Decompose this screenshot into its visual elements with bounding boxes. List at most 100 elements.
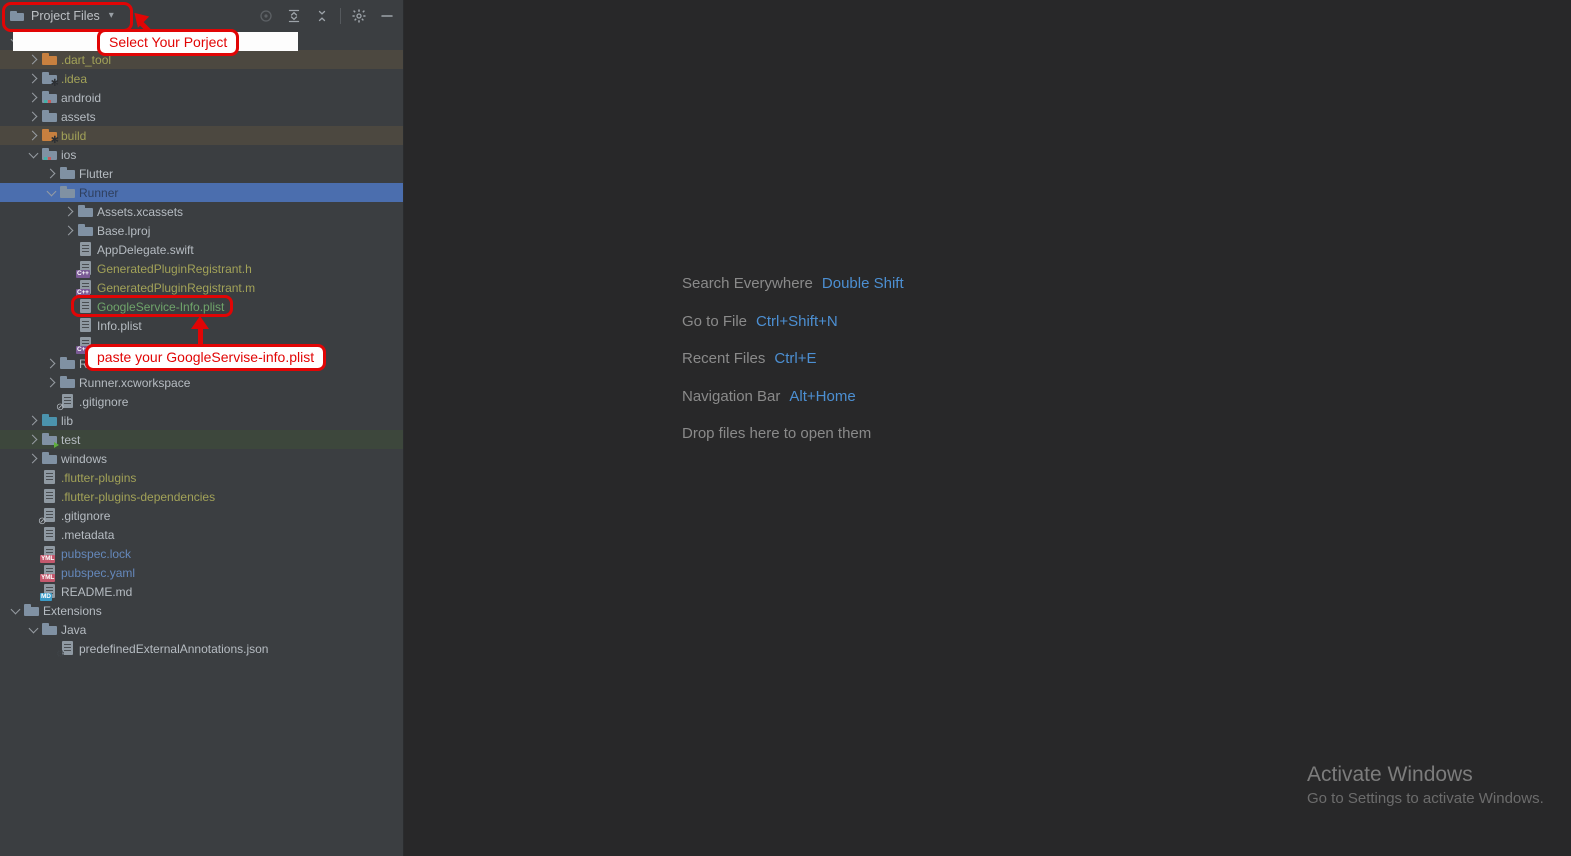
project-view-selector[interactable]: Project Files ▾ [10, 9, 114, 23]
folder-icon [42, 622, 57, 637]
file-icon [42, 489, 57, 504]
tree-row--gitignore[interactable]: ⊘ .gitignore [0, 392, 403, 411]
ide-window: Project Files ▾ .dart_tool✱.ideaandroida… [0, 0, 1571, 856]
tree-row-ios[interactable]: ios [0, 145, 403, 164]
expand-all-icon[interactable] [284, 6, 304, 26]
shortcut-row: Go to FileCtrl+Shift+N [682, 303, 904, 341]
tree-row--flutter-plugins-dependencies[interactable]: .flutter-plugins-dependencies [0, 487, 403, 506]
project-panel-header: Project Files ▾ [0, 0, 403, 31]
tree-row-generatedpluginregistrant-m[interactable]: C++GeneratedPluginRegistrant.m [0, 278, 403, 297]
chevron-right-icon[interactable] [42, 170, 60, 177]
tree-row-assets[interactable]: assets [0, 107, 403, 126]
chevron-down-icon[interactable] [24, 153, 42, 157]
hide-panel-icon[interactable] [377, 6, 397, 26]
chevron-right-icon [63, 226, 73, 236]
shortcut-row: Navigation BarAlt+Home [682, 378, 904, 416]
chevron-right-icon[interactable] [60, 227, 78, 234]
shortcut-keys: Ctrl+E [774, 350, 816, 367]
tree-row-label: Info.plist [97, 319, 142, 333]
shortcut-label: Drop files here to open them [682, 425, 871, 442]
tree-row--idea[interactable]: ✱.idea [0, 69, 403, 88]
chevron-right-icon[interactable] [24, 455, 42, 462]
tree-row-extensions[interactable]: Extensions [0, 601, 403, 620]
activate-windows-subtitle: Go to Settings to activate Windows. [1307, 790, 1544, 807]
file-yml-icon: YML [42, 565, 57, 580]
module-dots-badge-icon [44, 157, 47, 160]
tree-row--gitignore[interactable]: ⊘.gitignore [0, 506, 403, 525]
tree-row--flutter-plugins[interactable]: .flutter-plugins [0, 468, 403, 487]
activate-windows-title: Activate Windows [1307, 763, 1544, 787]
tree-row-predefinedexternalannotations-json[interactable]: ⚙ predefinedExternalAnnotations.json [0, 639, 403, 658]
chevron-down-icon[interactable] [6, 609, 24, 613]
folder-icon [60, 375, 75, 390]
file-icon [42, 470, 57, 485]
chevron-right-icon[interactable] [24, 436, 42, 443]
tree-row-lib[interactable]: lib [0, 411, 403, 430]
chevron-right-icon[interactable] [42, 379, 60, 386]
chevron-right-icon [27, 74, 37, 84]
file-icon [42, 527, 57, 542]
tree-row-test[interactable]: test [0, 430, 403, 449]
tree-row-label: predefinedExternalAnnotations.json [79, 642, 268, 656]
chevron-right-icon[interactable] [24, 94, 42, 101]
tree-row-readme-md[interactable]: MD README.md [0, 582, 403, 601]
chevron-right-icon[interactable] [42, 360, 60, 367]
tree-row-android[interactable]: android [0, 88, 403, 107]
tree-row-pubspec-lock[interactable]: YMLpubspec.lock [0, 544, 403, 563]
tree-row-label: Base.lproj [97, 224, 150, 238]
locate-icon[interactable] [256, 6, 276, 26]
folder-icon [42, 109, 57, 124]
tree-row-appdelegate-swift[interactable]: AppDelegate.swift [0, 240, 403, 259]
folder-icon [10, 9, 24, 23]
tree-row--metadata[interactable]: .metadata [0, 525, 403, 544]
tree-row-runner[interactable]: Runner [0, 183, 403, 202]
folder-test-icon [42, 432, 57, 447]
chevron-right-icon[interactable] [24, 113, 42, 120]
tree-row-flutter[interactable]: Flutter [0, 164, 403, 183]
tree-row-label: lib [61, 414, 73, 428]
tree-row-googleservice-info-plist[interactable]: GoogleService-Info.plist [0, 297, 403, 316]
tree-row-label: .idea [61, 72, 87, 86]
tree-row-assets-xcassets[interactable]: Assets.xcassets [0, 202, 403, 221]
activate-windows-watermark: Activate Windows Go to Settings to activ… [1307, 763, 1544, 807]
chevron-right-icon[interactable] [60, 208, 78, 215]
tree-row-label: test [61, 433, 80, 447]
shortcut-keys: Double Shift [822, 275, 904, 292]
tree-row-label: GoogleService-Info.plist [97, 300, 224, 314]
annotation-select-your-project-tooltip: Select Your Porject [97, 29, 239, 56]
chevron-right-icon [27, 55, 37, 65]
tree-row-label: windows [61, 452, 107, 466]
module-dots-badge-icon [44, 100, 47, 103]
chevron-down-icon[interactable] [24, 628, 42, 632]
chevron-right-icon[interactable] [24, 417, 42, 424]
tree-row-build[interactable]: ✱build [0, 126, 403, 145]
folder-dots-icon [42, 147, 57, 162]
toolbar-divider [340, 8, 341, 24]
tree-row-generatedpluginregistrant-h[interactable]: C++GeneratedPluginRegistrant.h [0, 259, 403, 278]
file-type-badge: MD [40, 593, 52, 601]
chevron-right-icon[interactable] [24, 75, 42, 82]
chevron-down-icon [10, 604, 20, 614]
tree-row-pubspec-yaml[interactable]: YMLpubspec.yaml [0, 563, 403, 582]
tree-row-label: README.md [61, 585, 132, 599]
chevron-right-icon[interactable] [24, 132, 42, 139]
tree-row-label: .gitignore [79, 395, 128, 409]
chevron-down-icon[interactable] [42, 191, 60, 195]
file-type-badge: C++ [76, 289, 90, 297]
collapse-all-icon[interactable] [312, 6, 332, 26]
tree-row-base-lproj[interactable]: Base.lproj [0, 221, 403, 240]
file-gear-icon: ⚙ [60, 641, 75, 656]
folder-icon [78, 223, 93, 238]
file-type-badge: YML [40, 574, 55, 582]
tree-row-runner-xcworkspace[interactable]: Runner.xcworkspace [0, 373, 403, 392]
tree-row-windows[interactable]: windows [0, 449, 403, 468]
file-icon [78, 242, 93, 257]
git-ignored-badge-icon: ⊘ [56, 403, 64, 413]
chevron-right-icon[interactable] [24, 56, 42, 63]
project-tool-window: Project Files ▾ .dart_tool✱.ideaandroida… [0, 0, 404, 856]
settings-gear-icon[interactable] [349, 6, 369, 26]
tree-row-label: android [61, 91, 101, 105]
folder-icon [78, 204, 93, 219]
chevron-right-icon [45, 359, 55, 369]
tree-row-java[interactable]: Java [0, 620, 403, 639]
